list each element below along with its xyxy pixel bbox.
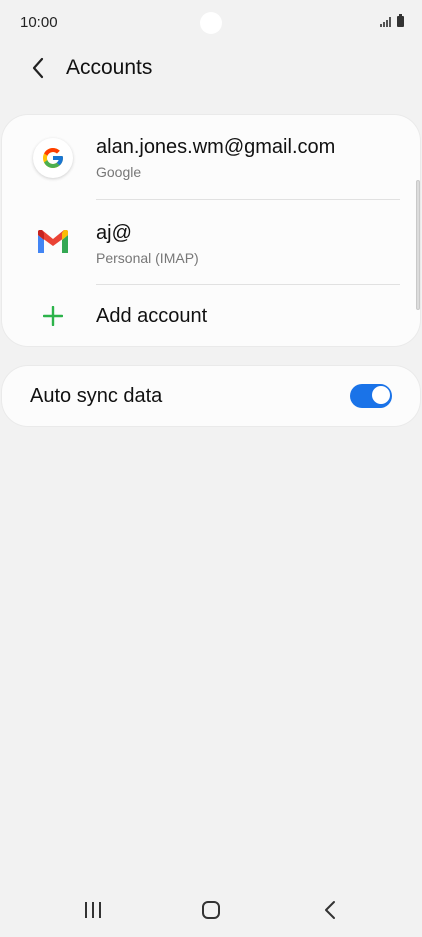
auto-sync-label: Auto sync data [30,385,163,407]
accounts-card: alan.jones.wm@gmail.com Google aj@ Perso… [2,115,420,346]
recent-apps-button[interactable] [73,892,113,928]
auto-sync-toggle[interactable] [350,384,392,408]
recent-apps-icon [85,902,101,918]
gmail-account-icon [30,219,76,265]
add-account-icon [30,293,76,339]
gmail-icon [38,230,68,253]
status-time: 10:00 [20,14,58,31]
back-icon [325,901,335,919]
chevron-left-icon [32,57,44,79]
nav-back-button[interactable] [310,892,350,928]
add-account-button[interactable]: Add account [2,285,420,346]
back-button[interactable] [20,50,56,86]
home-icon [202,901,220,919]
signal-icon [380,17,391,27]
add-account-label: Add account [96,305,208,327]
home-button[interactable] [191,892,231,928]
camera-cutout [200,12,222,34]
google-account-icon [30,135,76,181]
app-header: Accounts [0,46,422,92]
status-bar: 10:00 [0,0,422,46]
account-email: aj@ [96,222,132,244]
page-title: Accounts [66,56,153,79]
battery-icon [397,14,404,27]
account-type: Google [96,164,142,180]
google-icon [43,148,63,168]
toggle-knob [371,385,391,405]
account-row-google[interactable]: alan.jones.wm@gmail.com Google [2,115,420,200]
account-email: alan.jones.wm@gmail.com [96,136,336,158]
status-icons [380,14,404,27]
account-type: Personal (IMAP) [96,250,199,266]
navigation-bar [0,884,422,937]
plus-icon [43,306,63,326]
scrollbar[interactable] [416,180,420,310]
account-row-imap[interactable]: aj@ Personal (IMAP) [2,200,420,285]
auto-sync-card[interactable]: Auto sync data [2,366,420,426]
